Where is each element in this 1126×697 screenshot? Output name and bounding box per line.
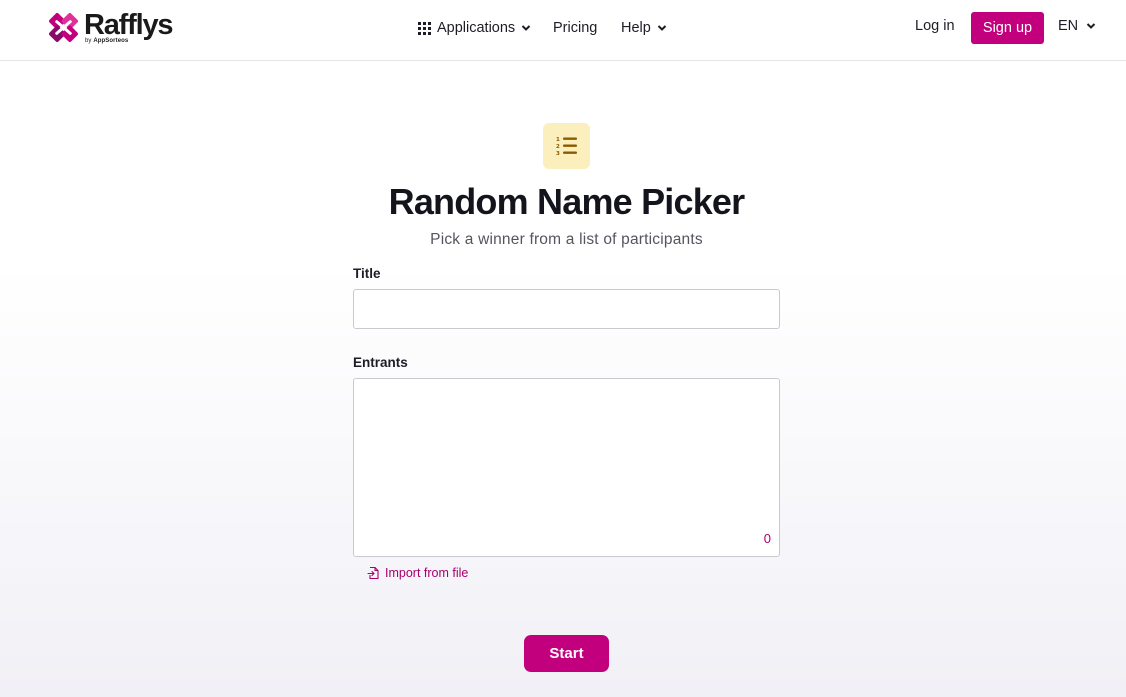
page-title: Random Name Picker [388,181,746,222]
chevron-down-icon [521,25,531,31]
nav-help-label: Help [621,20,651,36]
rafflys-logo[interactable]: Rafflys by AppSorteos [46,9,174,46]
chevron-down-icon [1086,23,1096,29]
title-input[interactable] [353,289,780,329]
logo-wordmark: Rafflys [84,9,174,41]
chevron-down-icon [657,25,667,31]
language-label: EN [1058,18,1079,34]
signup-button[interactable]: Sign up [971,12,1044,44]
svg-text:1: 1 [556,137,560,143]
rafflys-logo-icon [49,13,78,42]
entrants-field-label: Entrants [353,355,408,370]
top-navbar: Rafflys by AppSorteos Applications Prici… [0,0,1126,61]
title-field-label: Title [353,266,381,281]
entrants-textarea[interactable] [354,379,779,556]
language-selector[interactable]: EN [1058,18,1096,34]
file-import-icon [367,566,379,580]
numbered-list-icon: 1 2 3 [556,137,577,157]
login-link[interactable]: Log in [915,18,955,34]
start-button[interactable]: Start [524,635,609,672]
import-from-file-label: Import from file [385,566,469,580]
entrants-count: 0 [763,531,771,546]
svg-text:2: 2 [556,144,560,150]
import-from-file-link[interactable]: Import from file [367,566,468,580]
page-subtitle: Pick a winner from a list of participant… [430,231,703,248]
nav-help[interactable]: Help [621,18,667,38]
logo-byline: by AppSorteos [85,38,129,44]
nav-applications-label: Applications [437,20,516,36]
nav-applications[interactable]: Applications [418,18,531,38]
nav-pricing-label: Pricing [553,20,598,36]
svg-text:3: 3 [556,151,560,157]
numbered-list-icon-badge: 1 2 3 [543,123,590,169]
entrants-field: 0 [353,378,780,557]
nav-pricing[interactable]: Pricing [553,18,597,38]
apps-grid-icon [418,21,431,35]
